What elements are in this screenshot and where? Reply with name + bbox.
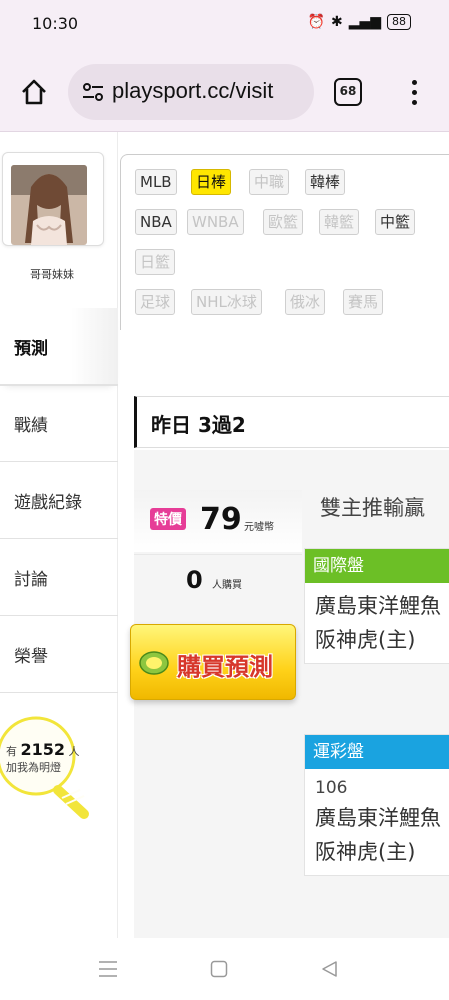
more-menu-icon[interactable] xyxy=(406,78,422,108)
url-text[interactable]: playsport.cc/visit xyxy=(112,78,273,104)
web-page: 哥哥妹妹 預測 戰績 遊戲紀錄 討論 榮譽 有 2152 人 加我為明燈 MLB… xyxy=(0,132,449,938)
odds-panel-title: 國際盤 xyxy=(305,549,449,583)
bluetooth-icon: ✱ xyxy=(330,14,343,30)
odds-panel-sports-lottery: 運彩盤 106 廣島東洋鯉魚 阪神虎(主) xyxy=(304,734,449,876)
price-unit: 元噓幣 xyxy=(244,522,274,533)
yesterday-record: 昨日 3過2 xyxy=(134,396,449,448)
sport-chip-euro-basketball: 歐籃 xyxy=(263,209,304,235)
prediction-topic: 雙主推輸贏 xyxy=(320,496,425,520)
team-home: 阪神虎(主) xyxy=(315,840,416,864)
avatar-image xyxy=(11,165,87,245)
home-icon xyxy=(22,79,46,105)
team-away: 廣島東洋鯉魚 xyxy=(315,594,441,618)
profile-sidebar: 哥哥妹妹 預測 戰績 遊戲紀錄 討論 榮譽 有 2152 人 加我為明燈 xyxy=(0,132,118,938)
sidebar-item-label: 遊戲紀錄 xyxy=(14,492,82,513)
sidebar-item-label: 戰績 xyxy=(14,416,48,436)
odds-panel-international: 國際盤 廣島東洋鯉魚 阪神虎(主) xyxy=(304,548,449,664)
fan-count: 有 2152 人 加我為明燈 xyxy=(6,742,80,776)
odds-panel-body: 106 廣島東洋鯉魚 阪神虎(主) xyxy=(305,769,449,875)
sidebar-item-game-history[interactable]: 遊戲紀錄 xyxy=(0,462,118,539)
sport-chip-nhl: NHL冰球 xyxy=(191,289,262,315)
team-home: 阪神虎(主) xyxy=(315,628,416,652)
status-icons: ⏰ ✱ ▂▄▆ 88 xyxy=(308,14,411,30)
odds-panel-body: 廣島東洋鯉魚 阪神虎(主) xyxy=(305,583,449,663)
sidebar-item-record[interactable]: 戰績 xyxy=(0,385,118,462)
sidebar-item-label: 預測 xyxy=(14,338,48,359)
coin-icon xyxy=(139,651,169,675)
status-time: 10:30 xyxy=(32,14,79,33)
fan-count-number: 2152 xyxy=(20,740,66,759)
sport-chip-cpbl: 中職 xyxy=(249,169,290,195)
signal-icon: ▂▄▆ xyxy=(348,14,381,30)
back-icon[interactable] xyxy=(320,960,338,978)
sport-chip-soccer: 足球 xyxy=(135,289,176,315)
sport-filter: MLB 日棒 中職 韓棒 NBA WNBA 歐籃 韓籃 中籃 日籃 足球 NHL… xyxy=(120,154,449,330)
yesterday-record-text: 昨日 3過2 xyxy=(151,413,246,437)
site-settings-icon[interactable] xyxy=(82,82,104,102)
buyers-unit: 人購買 xyxy=(212,580,242,591)
fan-suffix: 人 xyxy=(68,745,80,758)
avatar[interactable] xyxy=(2,152,104,246)
sport-chip-npb[interactable]: 日棒 xyxy=(191,169,232,195)
sport-chip-horse-racing: 賽馬 xyxy=(343,289,384,315)
sport-chip-kbo[interactable]: 韓棒 xyxy=(305,169,346,195)
team-away: 廣島東洋鯉魚 xyxy=(315,806,441,830)
address-bar[interactable]: playsport.cc/visit xyxy=(68,64,314,120)
sport-chip-japan-basketball: 日籃 xyxy=(135,249,176,275)
sidebar-item-honors[interactable]: 榮譽 xyxy=(0,616,118,693)
fan-caption: 加我為明燈 xyxy=(6,761,61,774)
sidebar-item-predictions[interactable]: 預測 xyxy=(0,308,118,385)
fan-prefix: 有 xyxy=(6,745,17,758)
status-bar: 10:30 ⏰ ✱ ▂▄▆ 88 xyxy=(0,0,449,52)
home-nav-icon[interactable] xyxy=(210,960,228,978)
price-value: 79 xyxy=(200,502,242,537)
sport-chip-korea-basketball: 韓籃 xyxy=(319,209,360,235)
buy-prediction-label: 購買預測 xyxy=(177,653,273,681)
battery-icon: 88 xyxy=(387,14,411,30)
sidebar-item-label: 榮譽 xyxy=(14,646,48,667)
sport-chip-wnba: WNBA xyxy=(187,209,244,235)
recent-apps-icon[interactable] xyxy=(98,960,118,978)
buy-prediction-button[interactable]: 購買預測 xyxy=(130,624,296,700)
main-content: MLB 日棒 中職 韓棒 NBA WNBA 歐籃 韓籃 中籃 日籃 足球 NHL… xyxy=(118,132,449,938)
browser-toolbar: playsport.cc/visit 68 xyxy=(0,52,449,132)
sidebar-item-label: 討論 xyxy=(14,569,48,590)
tab-switcher-button[interactable]: 68 xyxy=(334,78,362,106)
promo-badge: 特價 xyxy=(150,508,186,530)
sport-chip-mlb[interactable]: MLB xyxy=(135,169,177,195)
sidebar-item-discussion[interactable]: 討論 xyxy=(0,539,118,616)
username: 哥哥妹妹 xyxy=(30,268,74,281)
odds-panel-title: 運彩盤 xyxy=(305,735,449,769)
buyers-count: 0 xyxy=(186,566,203,594)
alarm-icon: ⏰ xyxy=(307,14,325,30)
sport-chip-khl: 俄冰 xyxy=(285,289,326,315)
sport-chip-taiwan-basketball[interactable]: 中籃 xyxy=(375,209,416,235)
system-nav-bar xyxy=(0,938,449,1000)
game-code: 106 xyxy=(315,778,348,798)
sport-chip-nba[interactable]: NBA xyxy=(135,209,177,235)
home-button[interactable] xyxy=(18,76,50,108)
prediction-card: 特價 79 元噓幣 0 人購買 購買預測 雙主推輸贏 國際盤 廣島東洋鯉魚 阪神… xyxy=(130,450,449,938)
